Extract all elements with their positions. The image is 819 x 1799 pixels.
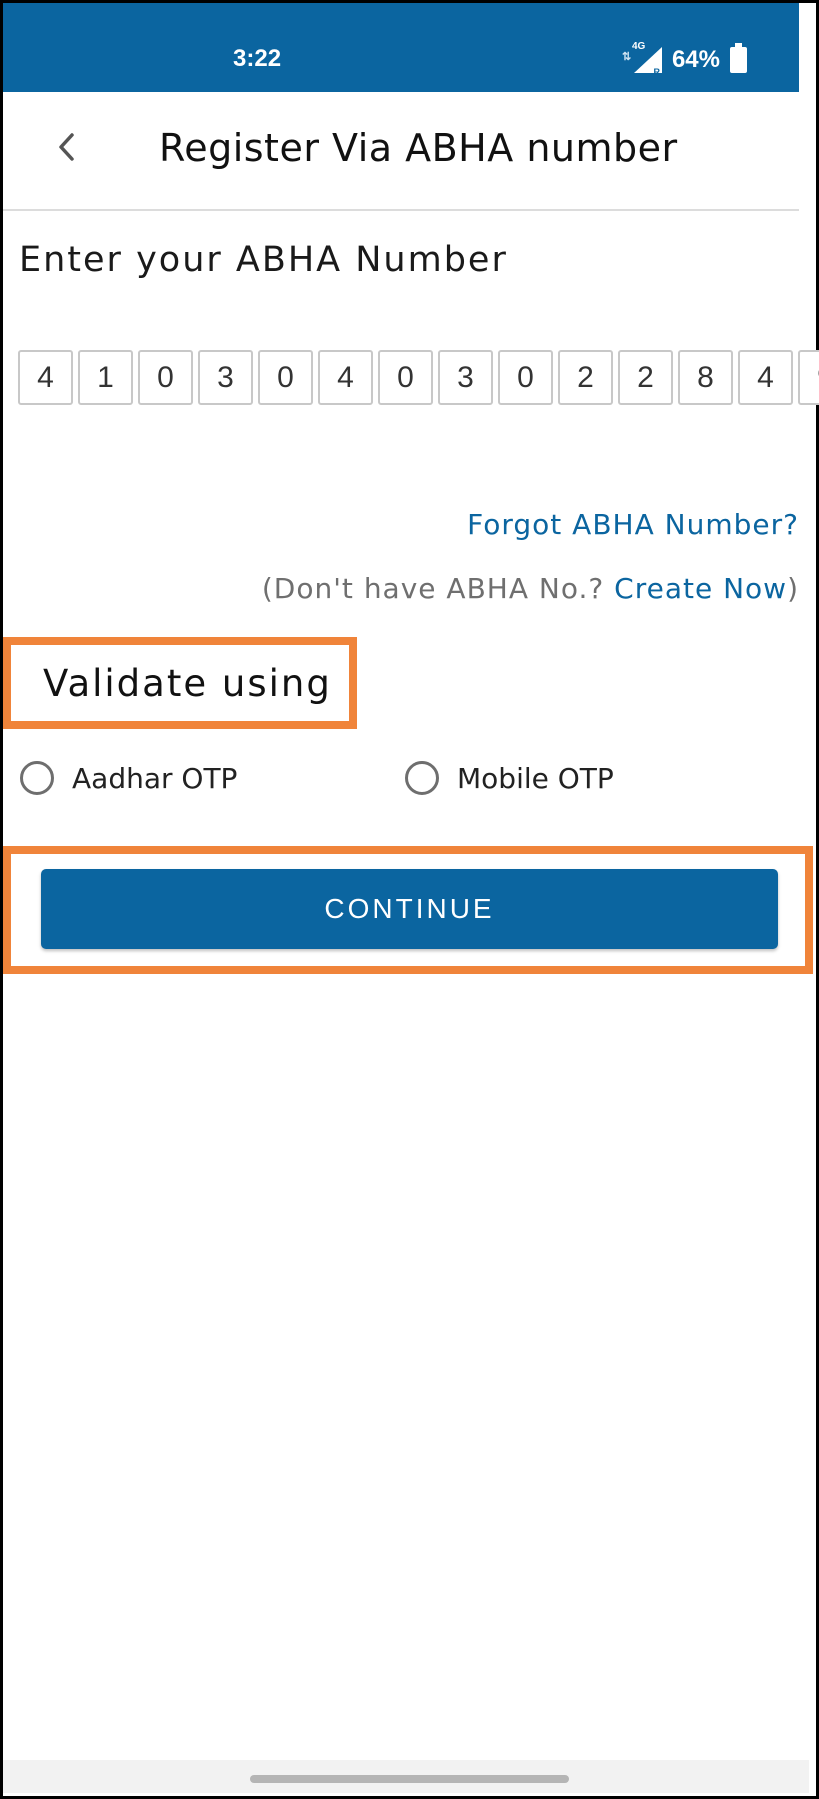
create-now-link[interactable]: Create Now [614,572,787,605]
status-time: 3:22 [233,45,282,72]
continue-button[interactable]: CONTINUE [41,869,778,949]
battery-icon [730,43,747,73]
abha-digit-box[interactable]: 3 [198,350,253,405]
abha-digit-box[interactable]: 0 [378,350,433,405]
abha-digit-box[interactable]: 3 [438,350,493,405]
chevron-left-icon [59,133,74,161]
app-bar: Register Via ABHA number [3,92,799,211]
abha-digit-box[interactable]: 4 [318,350,373,405]
validate-using-label: Validate using [43,662,332,705]
create-abha-row: (Don't have ABHA No.? Create Now) [262,572,799,605]
validation-method-radio-group: Aadhar OTP Mobile OTP [20,761,790,795]
network-type-label: 4G [631,41,646,52]
mobile-otp-option[interactable]: Mobile OTP [405,761,790,795]
abha-digit-box[interactable]: 2 [558,350,613,405]
cellular-signal-icon: ⇅ 4G R [621,41,662,77]
abha-digit-box[interactable]: 9 [798,350,819,405]
forgot-abha-link[interactable]: Forgot ABHA Number? [467,508,799,541]
status-icons: ⇅ 4G R 64% [621,41,747,77]
create-suffix-text: ) [787,572,799,605]
abha-digit-box[interactable]: 0 [498,350,553,405]
abha-digit-box[interactable]: 4 [738,350,793,405]
back-button[interactable] [48,127,88,167]
battery-percent: 64% [671,46,720,73]
abha-digit-box[interactable]: 1 [78,350,133,405]
abha-digit-box[interactable]: 0 [258,350,313,405]
abha-digit-box[interactable]: 8 [678,350,733,405]
aadhar-otp-option[interactable]: Aadhar OTP [20,761,405,795]
abha-digit-box[interactable]: 0 [138,350,193,405]
aadhar-otp-label: Aadhar OTP [72,761,238,795]
mobile-otp-label: Mobile OTP [457,761,614,795]
abha-number-input[interactable]: 4 1 0 3 0 4 0 3 0 2 2 8 4 9 [18,350,819,405]
page-title: Register Via ABHA number [159,126,678,170]
abha-number-label: Enter your ABHA Number [19,240,508,280]
abha-digit-box[interactable]: 4 [18,350,73,405]
status-bar: 3:22 ⇅ 4G R 64% [3,3,799,92]
abha-digit-box[interactable]: 2 [618,350,673,405]
roaming-label: R [653,67,660,77]
create-prefix-text: (Don't have ABHA No.? [261,572,615,605]
home-indicator[interactable] [250,1775,569,1783]
radio-unchecked-icon[interactable] [20,761,54,795]
radio-unchecked-icon[interactable] [405,761,439,795]
